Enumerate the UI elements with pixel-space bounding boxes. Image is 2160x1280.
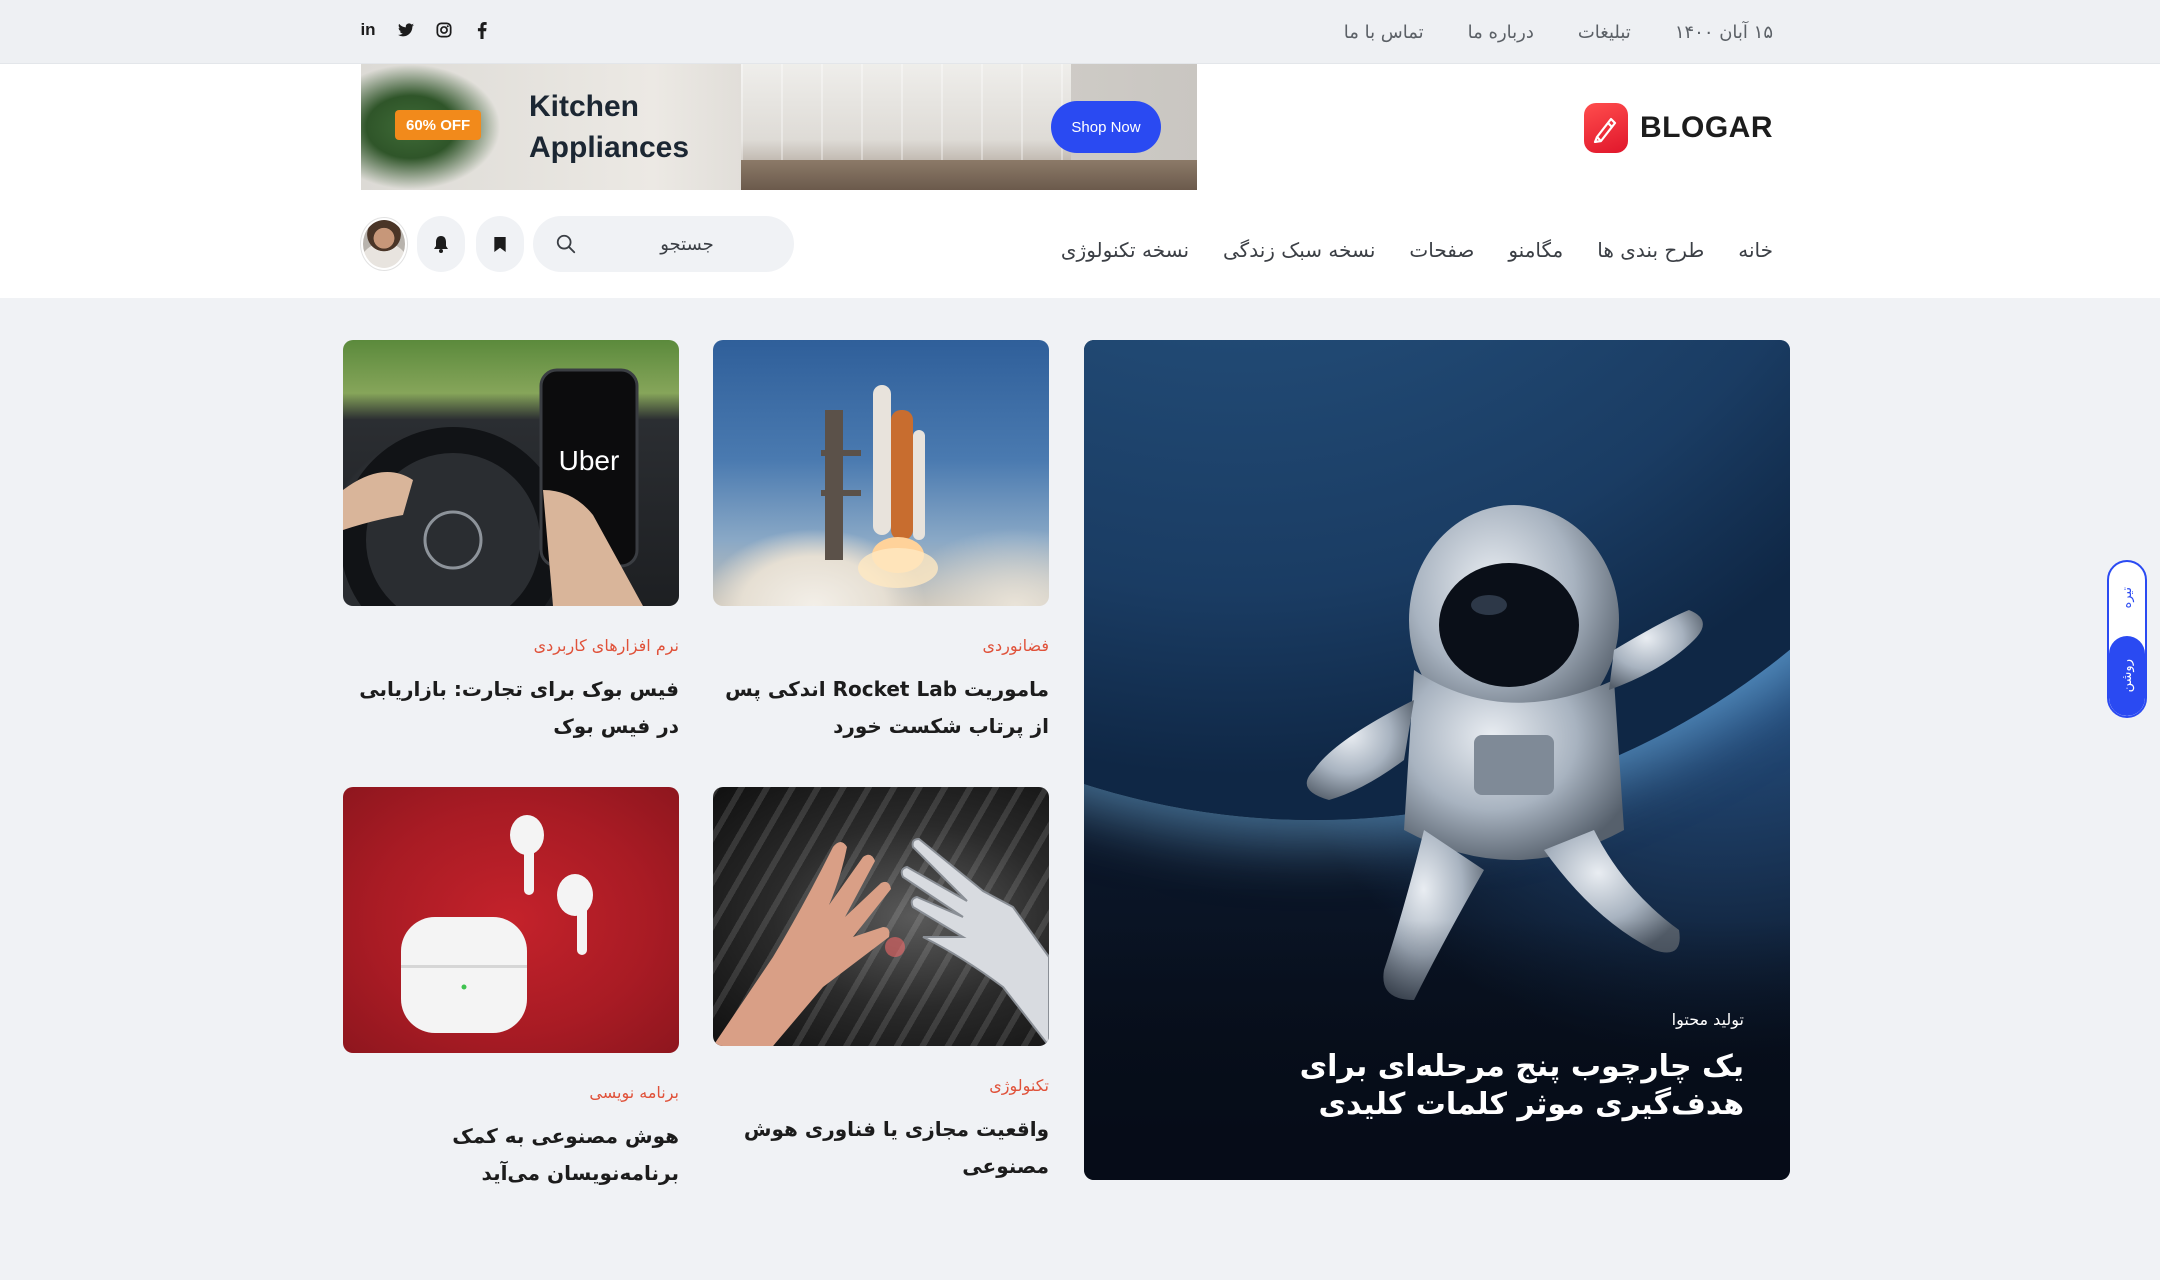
nav-item-pages[interactable]: صفحات [1409, 238, 1474, 262]
main-nav: خانه طرح بندی ها مگامنو صفحات نسخه سبک ز… [1061, 230, 1773, 270]
banner-title: Kitchen Appliances [529, 90, 690, 164]
light-mode-label: روشن [2119, 659, 2135, 693]
search-input[interactable] [602, 233, 772, 255]
dark-mode-option[interactable]: تیره [2109, 562, 2145, 634]
bookmark-button[interactable] [476, 216, 524, 272]
post-card[interactable]: تکنولوژی واقعیت مجازی یا فناوری هوش مصنو… [713, 787, 1049, 1185]
bell-icon [434, 236, 448, 253]
nav-item-home[interactable]: خانه [1738, 238, 1773, 262]
top-bar: ۱۵ آبان ۱۴۰۰ تبلیغات درباره ما تماس با م… [0, 0, 2160, 64]
card-category[interactable]: تکنولوژی [713, 1076, 1049, 1095]
notification-button[interactable] [417, 216, 465, 272]
svg-text:Uber: Uber [559, 445, 620, 476]
top-link-about[interactable]: درباره ما [1468, 22, 1534, 43]
card-category[interactable]: فضانوردی [713, 636, 1050, 655]
theme-toggle[interactable]: تیره روشن [2107, 560, 2147, 718]
robot-hand-image[interactable] [713, 787, 1049, 1046]
post-card[interactable]: برنامه نویسی هوش مصنوعی به کمک برنامه‌نو… [343, 787, 679, 1192]
user-avatar[interactable] [361, 218, 407, 270]
logo-text: BLOGAR [1640, 111, 1773, 144]
top-link-contact[interactable]: تماس با ما [1344, 22, 1424, 43]
bookmark-icon [494, 236, 506, 252]
nav-item-lifestyle[interactable]: نسخه سبک زندگی [1223, 238, 1375, 262]
instagram-icon[interactable] [436, 22, 452, 38]
uber-phone-image[interactable]: Uber [343, 340, 679, 606]
card-category[interactable]: نرم افزارهای کاربردی [343, 636, 679, 655]
card-title[interactable]: هوش مصنوعی به کمک برنامه‌نویسان می‌آید [343, 1118, 679, 1192]
airpods-image[interactable] [343, 787, 679, 1053]
ad-banner[interactable]: 60% OFF Kitchen Appliances Shop Now [361, 64, 1197, 190]
hero-title[interactable]: یک چارچوب پنج مرحله‌ای برای هدف‌گیری موث… [1144, 1048, 1744, 1124]
nav-item-tech[interactable]: نسخه تکنولوژی [1061, 238, 1189, 262]
site-logo[interactable]: BLOGAR [1584, 102, 1773, 154]
twitter-icon[interactable] [398, 22, 414, 38]
discount-badge: 60% OFF [395, 110, 482, 140]
dark-mode-label: تیره [2119, 587, 2135, 609]
shop-now-button[interactable]: Shop Now [1051, 101, 1161, 153]
top-links: ۱۵ آبان ۱۴۰۰ تبلیغات درباره ما تماس با م… [1344, 0, 1773, 64]
light-mode-option[interactable]: روشن [2109, 636, 2145, 716]
post-card[interactable]: Uber نرم افزارهای کاربردی فیس بوک برای ت… [343, 340, 679, 745]
card-category[interactable]: برنامه نویسی [343, 1083, 679, 1102]
top-link-ads[interactable]: تبلیغات [1578, 22, 1631, 43]
card-title[interactable]: واقعیت مجازی یا فناوری هوش مصنوعی [713, 1111, 1049, 1185]
top-date: ۱۵ آبان ۱۴۰۰ [1674, 21, 1773, 43]
facebook-icon[interactable] [474, 21, 490, 39]
social-links: in [360, 0, 490, 60]
card-title[interactable]: ماموریت Rocket Lab اندکی پس از پرتاب شکس… [713, 671, 1049, 745]
card-title[interactable]: فیس بوک برای تجارت: بازاریابی در فیس بوک [343, 671, 679, 745]
nav-item-layouts[interactable]: طرح بندی ها [1597, 238, 1704, 262]
hero-category[interactable]: تولید محتوا [1672, 1010, 1744, 1029]
linkedin-icon[interactable]: in [360, 20, 376, 39]
banner-counter [741, 160, 1197, 190]
featured-post[interactable]: تولید محتوا یک چارچوب پنج مرحله‌ای برای … [1084, 340, 1790, 1180]
rocket-launch-image[interactable] [713, 340, 1049, 606]
search-box[interactable] [533, 216, 794, 272]
nav-item-megamenu[interactable]: مگامنو [1508, 238, 1563, 262]
site-header: BLOGAR 60% OFF Kitchen Appliances Shop N… [0, 64, 2160, 298]
post-card[interactable]: فضانوردی ماموریت Rocket Lab اندکی پس از … [713, 340, 1049, 745]
pen-logo-icon [1584, 103, 1628, 153]
search-icon[interactable] [555, 233, 577, 255]
